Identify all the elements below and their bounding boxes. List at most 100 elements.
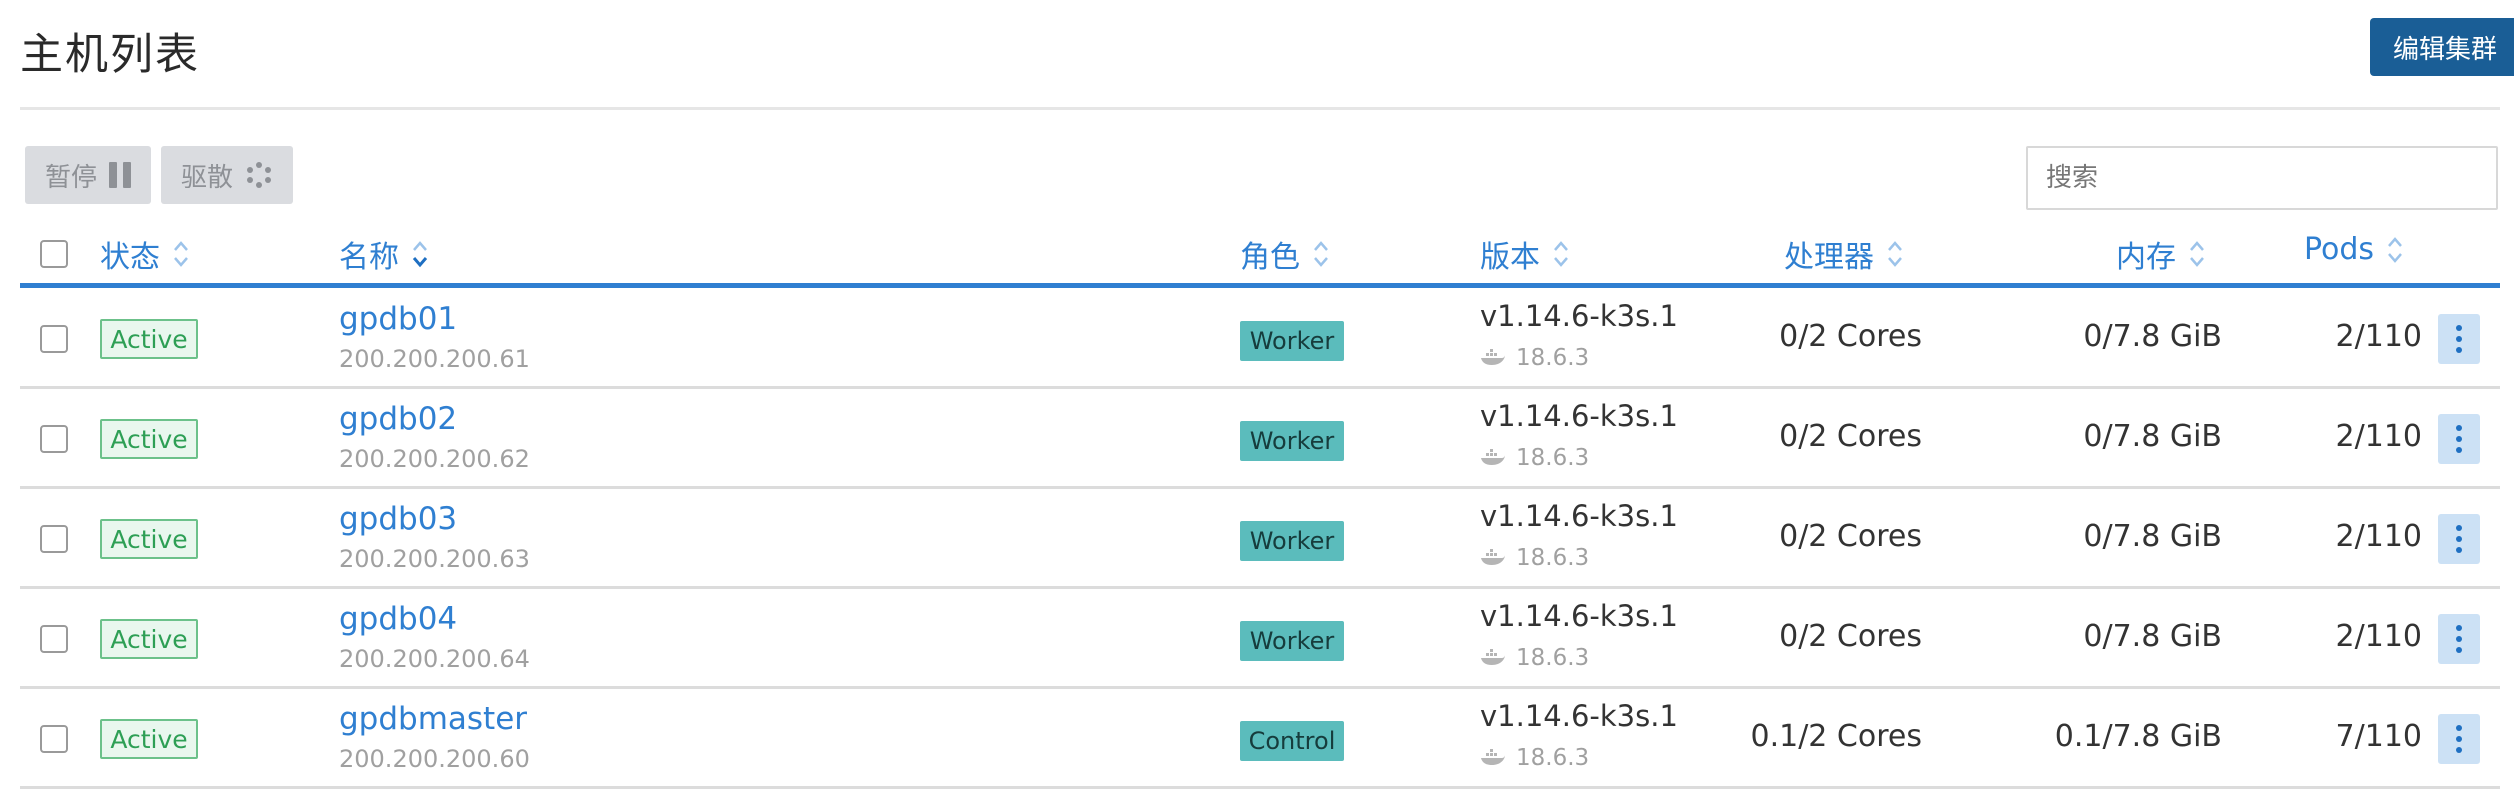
table-row: Active gpdb04 200.200.200.64 Worker v1.1… — [20, 589, 2500, 689]
docker-icon — [1481, 649, 1505, 665]
select-all-checkbox[interactable] — [40, 240, 68, 268]
table-row: Active gpdb03 200.200.200.63 Worker v1.1… — [20, 489, 2500, 589]
host-name-link[interactable]: gpdb04 — [339, 601, 457, 637]
role-badge: Control — [1240, 721, 1344, 761]
sort-icon — [412, 241, 428, 268]
row-actions-button[interactable] — [2438, 714, 2480, 764]
memory-usage: 0/7.8 GiB — [2083, 419, 2222, 454]
column-header-cpu[interactable]: 处理器 — [1784, 232, 1904, 276]
column-header-state[interactable]: 状态 — [100, 232, 190, 276]
page-title: 主机列表 — [20, 30, 200, 80]
column-header-state-label: 状态 — [100, 240, 160, 275]
cpu-usage: 0/2 Cores — [1779, 319, 1922, 354]
row-checkbox[interactable] — [40, 725, 68, 753]
page-header: 主机列表 编辑集群 — [20, 0, 2514, 110]
k8s-version: v1.14.6-k3s.1 — [1480, 399, 1678, 433]
sort-icon — [174, 241, 188, 267]
sort-icon — [2388, 236, 2403, 263]
status-badge: Active — [100, 319, 198, 359]
role-badge: Worker — [1240, 521, 1344, 561]
table-row: Active gpdb02 200.200.200.62 Worker v1.1… — [20, 389, 2500, 489]
docker-version: 18.6.3 — [1480, 645, 1589, 671]
k8s-version: v1.14.6-k3s.1 — [1480, 499, 1678, 533]
memory-usage: 0.1/7.8 GiB — [2054, 719, 2222, 754]
pods-usage: 2/110 — [2335, 519, 2422, 554]
memory-usage: 0/7.8 GiB — [2083, 319, 2222, 354]
pods-usage: 2/110 — [2335, 419, 2422, 454]
pods-usage: 2/110 — [2335, 619, 2422, 654]
column-header-version-label: 版本 — [1480, 240, 1540, 275]
status-badge: Active — [100, 719, 198, 759]
edit-cluster-button[interactable]: 编辑集群 — [2370, 18, 2514, 76]
pause-button[interactable]: 暂停 — [25, 146, 152, 204]
cpu-usage: 0/2 Cores — [1779, 619, 1922, 654]
drain-button[interactable]: 驱散 — [161, 146, 294, 204]
row-checkbox[interactable] — [40, 425, 68, 453]
column-header-pods-label: Pods — [2304, 232, 2375, 267]
row-checkbox[interactable] — [40, 325, 68, 353]
k8s-version: v1.14.6-k3s.1 — [1480, 599, 1678, 633]
column-header-memory-label: 内存 — [2116, 240, 2176, 275]
docker-version-label: 18.6.3 — [1516, 345, 1590, 371]
sort-icon — [1314, 241, 1328, 267]
docker-version-label: 18.6.3 — [1516, 745, 1590, 771]
row-checkbox[interactable] — [40, 525, 68, 553]
row-actions-button[interactable] — [2438, 614, 2480, 664]
table-row: Active gpdbmaster 200.200.200.60 Control… — [20, 689, 2500, 789]
status-badge: Active — [100, 519, 198, 559]
host-ip: 200.200.200.61 — [339, 345, 530, 373]
column-header-version[interactable]: 版本 — [1480, 232, 1570, 276]
docker-version: 18.6.3 — [1480, 345, 1589, 371]
drain-icon — [247, 162, 272, 188]
table-row: Active gpdb01 200.200.200.61 Worker v1.1… — [20, 289, 2500, 389]
host-name-link[interactable]: gpdb03 — [339, 501, 457, 537]
host-ip: 200.200.200.62 — [339, 445, 530, 473]
sort-icon — [2190, 241, 2204, 267]
host-ip: 200.200.200.63 — [339, 545, 530, 573]
pause-icon — [109, 162, 132, 188]
docker-version-label: 18.6.3 — [1516, 645, 1590, 671]
role-badge: Worker — [1240, 621, 1344, 661]
sort-icon — [1888, 241, 1902, 267]
docker-icon — [1481, 449, 1505, 465]
status-badge: Active — [100, 419, 198, 459]
column-header-roles-label: 角色 — [1240, 240, 1300, 275]
cpu-usage: 0/2 Cores — [1779, 519, 1922, 554]
column-header-name-label: 名称 — [339, 240, 399, 275]
row-actions-button[interactable] — [2438, 314, 2480, 364]
column-header-name[interactable]: 名称 — [339, 232, 429, 276]
sort-icon — [1554, 241, 1568, 267]
docker-version: 18.6.3 — [1480, 745, 1589, 771]
bulk-actions-toolbar: 暂停 驱散 — [25, 146, 294, 204]
k8s-version: v1.14.6-k3s.1 — [1480, 699, 1678, 733]
row-checkbox[interactable] — [40, 625, 68, 653]
table-header: 状态 名称 角色 版本 处理器 内存 Pods — [20, 226, 2500, 288]
row-actions-button[interactable] — [2438, 414, 2480, 464]
role-badge: Worker — [1240, 321, 1344, 361]
column-header-roles[interactable]: 角色 — [1240, 232, 1330, 276]
host-name-link[interactable]: gpdb01 — [339, 301, 457, 337]
drain-button-label: 驱散 — [181, 162, 234, 193]
row-actions-button[interactable] — [2438, 514, 2480, 564]
pods-usage: 2/110 — [2335, 319, 2422, 354]
column-header-cpu-label: 处理器 — [1784, 240, 1874, 275]
docker-icon — [1481, 749, 1505, 765]
search-input[interactable] — [2026, 146, 2498, 210]
docker-version-label: 18.6.3 — [1516, 445, 1590, 471]
host-name-link[interactable]: gpdb02 — [339, 401, 457, 437]
memory-usage: 0/7.8 GiB — [2083, 519, 2222, 554]
host-name-link[interactable]: gpdbmaster — [339, 701, 527, 737]
status-badge: Active — [100, 619, 198, 659]
role-badge: Worker — [1240, 421, 1344, 461]
host-ip: 200.200.200.60 — [339, 745, 530, 773]
pods-usage: 7/110 — [2335, 719, 2422, 754]
docker-icon — [1481, 349, 1505, 365]
host-ip: 200.200.200.64 — [339, 645, 530, 673]
pause-button-label: 暂停 — [45, 162, 98, 193]
memory-usage: 0/7.8 GiB — [2083, 619, 2222, 654]
docker-version-label: 18.6.3 — [1516, 545, 1590, 571]
column-header-pods[interactable]: Pods — [2304, 232, 2404, 267]
cpu-usage: 0.1/2 Cores — [1750, 719, 1922, 754]
docker-version: 18.6.3 — [1480, 545, 1589, 571]
column-header-memory[interactable]: 内存 — [2116, 232, 2206, 276]
